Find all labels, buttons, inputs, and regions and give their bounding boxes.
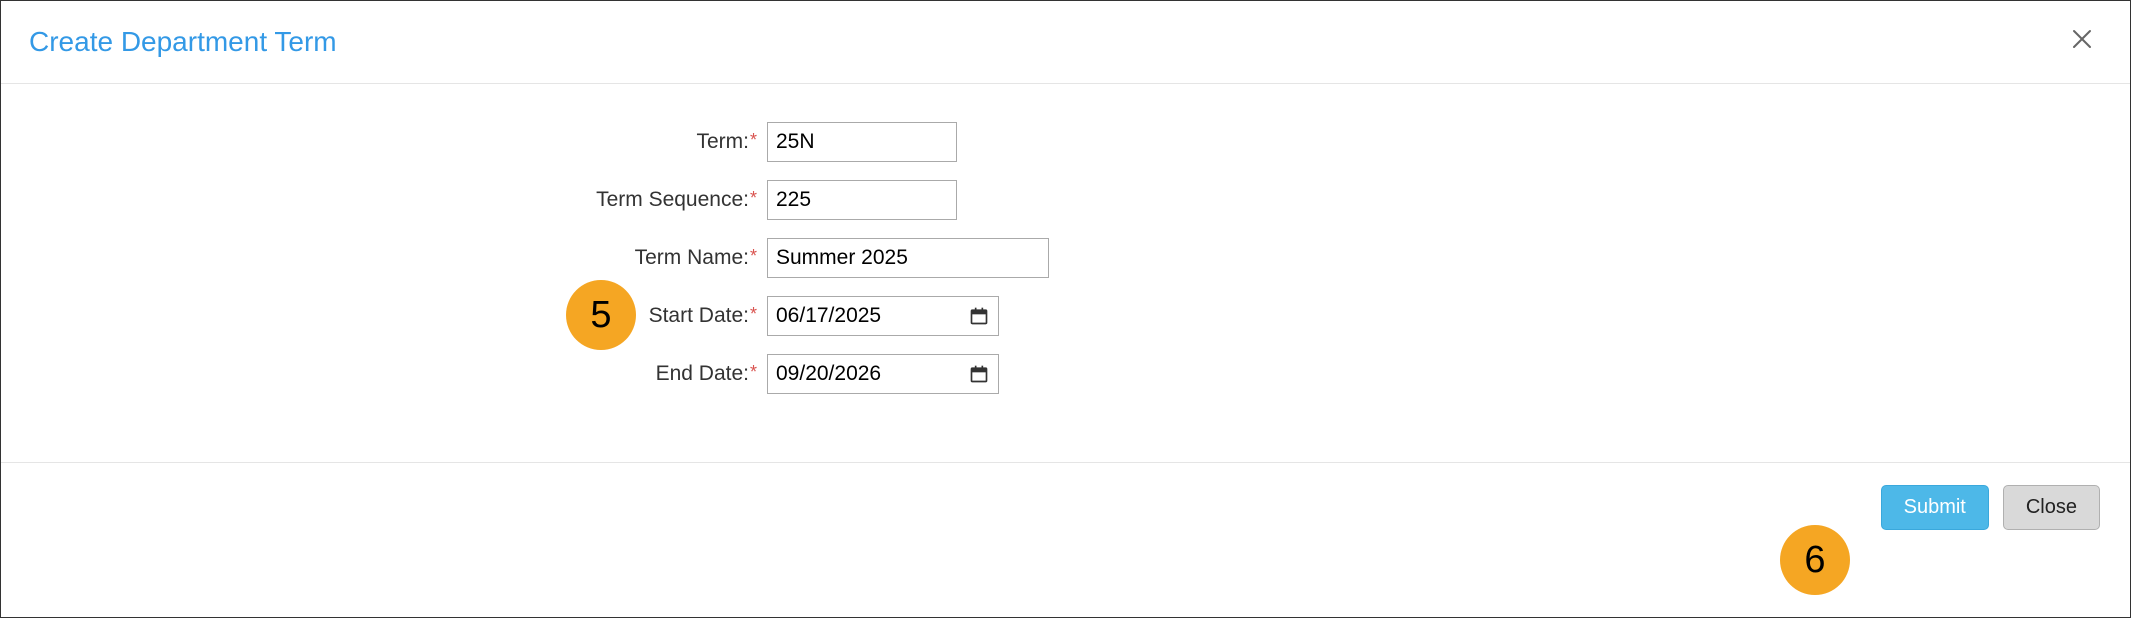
term-sequence-label: Term Sequence:* <box>41 188 761 212</box>
dialog-title: Create Department Term <box>29 26 337 58</box>
create-department-term-dialog: Create Department Term Term:* Term Seque… <box>0 0 2131 618</box>
close-button[interactable]: Close <box>2003 485 2100 530</box>
term-name-input[interactable] <box>767 238 1049 278</box>
form-row-term-name: Term Name:* <box>41 238 2090 278</box>
form-row-term-sequence: Term Sequence:* <box>41 180 2090 220</box>
form-row-end-date: End Date:* <box>41 354 2090 394</box>
term-input[interactable] <box>767 122 957 162</box>
end-date-input[interactable] <box>767 354 999 394</box>
term-label: Term:* <box>41 130 761 154</box>
end-date-label: End Date:* <box>41 362 761 386</box>
submit-button[interactable]: Submit <box>1881 485 1989 530</box>
dialog-header: Create Department Term <box>1 1 2130 84</box>
close-icon[interactable] <box>2062 23 2102 61</box>
dialog-footer: Submit Close <box>1 463 2130 552</box>
term-name-label: Term Name:* <box>41 246 761 270</box>
dialog-body: Term:* Term Sequence:* Term Name:* Start… <box>1 84 2130 463</box>
form-row-term: Term:* <box>41 122 2090 162</box>
term-sequence-input[interactable] <box>767 180 957 220</box>
start-date-label: Start Date:* <box>41 304 761 328</box>
start-date-input[interactable] <box>767 296 999 336</box>
form-row-start-date: Start Date:* <box>41 296 2090 336</box>
